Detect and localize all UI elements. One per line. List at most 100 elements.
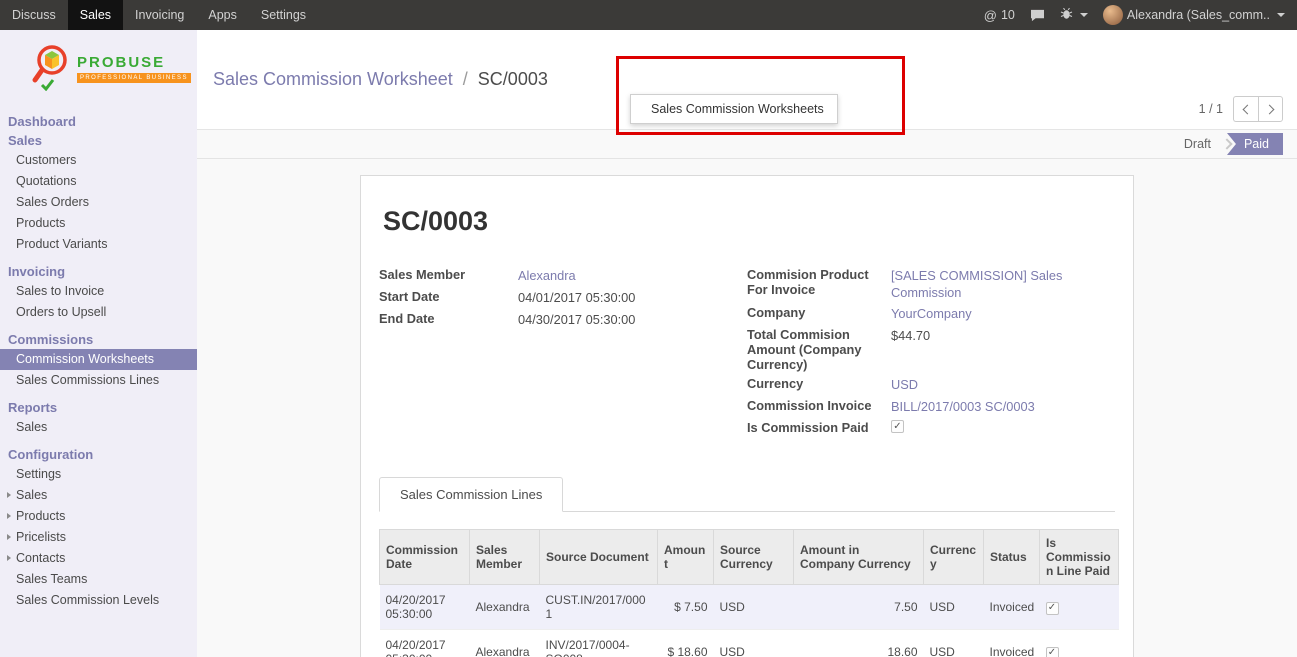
debug-menu[interactable] bbox=[1060, 7, 1088, 23]
field-start-date: Start Date 04/01/2017 05:30:00 bbox=[379, 289, 747, 307]
sidebar-item-orders-to-upsell[interactable]: Orders to Upsell bbox=[0, 302, 197, 323]
commission-product-link[interactable]: [SALES COMMISSION] Sales Commission bbox=[891, 267, 1115, 301]
logo-tagline: PROFESSIONAL BUSINESS bbox=[77, 73, 191, 83]
at-mention-icon: @ bbox=[984, 8, 997, 23]
start-date-value: 04/01/2017 05:30:00 bbox=[518, 289, 635, 306]
sidebar-item-quotations[interactable]: Quotations bbox=[0, 171, 197, 192]
menu-settings[interactable]: Settings bbox=[249, 0, 318, 30]
cell-source-document: INV/2017/0004-SO008 bbox=[540, 630, 658, 657]
sidebar-section-reports[interactable]: Reports bbox=[0, 398, 197, 417]
cell-line-paid bbox=[1040, 630, 1119, 657]
field-is-commission-paid: Is Commission Paid bbox=[747, 420, 1115, 438]
sidebar-item-sales-orders[interactable]: Sales Orders bbox=[0, 192, 197, 213]
sidebar-item-contacts[interactable]: Contacts bbox=[0, 548, 197, 569]
pager-next-button[interactable] bbox=[1258, 96, 1283, 122]
breadcrumb: Sales Commission Worksheet / SC/0003 bbox=[213, 69, 548, 90]
menu-discuss[interactable]: Discuss bbox=[0, 0, 68, 30]
cell-commission-date: 04/20/2017 05:30:00 bbox=[380, 630, 470, 657]
stage-paid[interactable]: Paid bbox=[1227, 133, 1283, 155]
sidebar-item-settings[interactable]: Settings bbox=[0, 464, 197, 485]
sidebar-section-invoicing[interactable]: Invoicing bbox=[0, 262, 197, 281]
tab-sales-commission-lines[interactable]: Sales Commission Lines bbox=[379, 477, 563, 512]
notebook: Sales Commission Lines Commission Date S… bbox=[379, 476, 1115, 657]
sidebar-section-dashboard[interactable]: Dashboard bbox=[0, 112, 197, 131]
sidebar-item-commission-worksheets[interactable]: Commission Worksheets bbox=[0, 349, 197, 370]
menu-apps[interactable]: Apps bbox=[196, 0, 249, 30]
dropdown-item-sales-commission-worksheets[interactable]: Sales Commission Worksheets bbox=[631, 95, 837, 123]
cell-status: Invoiced bbox=[984, 585, 1040, 630]
table-row[interactable]: 04/20/2017 05:30:00 Alexandra INV/2017/0… bbox=[380, 630, 1119, 657]
commission-lines-table: Commission Date Sales Member Source Docu… bbox=[379, 529, 1119, 657]
sidebar-item-sales-teams[interactable]: Sales Teams bbox=[0, 569, 197, 590]
mention-count: 10 bbox=[1001, 8, 1015, 22]
breadcrumb-parent[interactable]: Sales Commission Worksheet bbox=[213, 69, 453, 89]
messages-icon[interactable] bbox=[1030, 9, 1045, 22]
col-sales-member[interactable]: Sales Member bbox=[470, 530, 540, 585]
cell-sales-member: Alexandra bbox=[470, 630, 540, 657]
topbar-systray: @ 10 Alexandra (Sales_comm.. bbox=[984, 0, 1297, 30]
commission-invoice-link[interactable]: BILL/2017/0003 SC/0003 bbox=[891, 398, 1035, 415]
pager: 1 / 1 bbox=[1199, 96, 1283, 122]
col-amount-company-currency[interactable]: Amount in Company Currency bbox=[794, 530, 924, 585]
user-menu[interactable]: Alexandra (Sales_comm.. bbox=[1103, 5, 1285, 25]
user-name: Alexandra (Sales_comm.. bbox=[1127, 8, 1270, 22]
breadcrumb-current: SC/0003 bbox=[478, 69, 548, 89]
cell-status: Invoiced bbox=[984, 630, 1040, 657]
field-company: Company YourCompany bbox=[747, 305, 1115, 323]
menu-invoicing[interactable]: Invoicing bbox=[123, 0, 196, 30]
col-source-currency[interactable]: Source Currency bbox=[714, 530, 794, 585]
company-link[interactable]: YourCompany bbox=[891, 305, 972, 322]
currency-link[interactable]: USD bbox=[891, 376, 918, 393]
stage-draft[interactable]: Draft bbox=[1184, 137, 1211, 151]
cell-amount: $ 7.50 bbox=[658, 585, 714, 630]
col-commission-date[interactable]: Commission Date bbox=[380, 530, 470, 585]
cell-source-document: CUST.IN/2017/0001 bbox=[540, 585, 658, 630]
col-is-commission-line-paid[interactable]: Is Commission Line Paid bbox=[1040, 530, 1119, 585]
col-source-document[interactable]: Source Document bbox=[540, 530, 658, 585]
sidebar-item-reports-sales[interactable]: Sales bbox=[0, 417, 197, 438]
sidebar-section-commissions[interactable]: Commissions bbox=[0, 330, 197, 349]
sidebar-item-product-variants[interactable]: Product Variants bbox=[0, 234, 197, 255]
mentions-counter[interactable]: @ 10 bbox=[984, 8, 1015, 23]
form-sheet: SC/0003 Sales Member Alexandra Start Dat… bbox=[360, 175, 1134, 657]
cell-amount-company: 18.60 bbox=[794, 630, 924, 657]
topbar-menu: Discuss Sales Invoicing Apps Settings bbox=[0, 0, 318, 30]
field-currency: Currency USD bbox=[747, 376, 1115, 394]
field-grid: Sales Member Alexandra Start Date 04/01/… bbox=[379, 267, 1115, 442]
table-row[interactable]: 04/20/2017 05:30:00 Alexandra CUST.IN/20… bbox=[380, 585, 1119, 630]
sales-member-link[interactable]: Alexandra bbox=[518, 267, 576, 284]
field-end-date: End Date 04/30/2017 05:30:00 bbox=[379, 311, 747, 329]
main-content: Sales Commission Worksheet / SC/0003 Pri… bbox=[197, 30, 1297, 657]
cell-source-currency: USD bbox=[714, 585, 794, 630]
logo-brand: PROBUSE bbox=[77, 54, 191, 71]
sidebar-item-products[interactable]: Products bbox=[0, 213, 197, 234]
record-title: SC/0003 bbox=[383, 206, 1115, 237]
col-currency[interactable]: Currency bbox=[924, 530, 984, 585]
probuse-logo[interactable]: PROBUSE PROFESSIONAL BUSINESS bbox=[0, 30, 197, 104]
line-paid-checkbox bbox=[1046, 602, 1059, 615]
sidebar-item-pricelists[interactable]: Pricelists bbox=[0, 527, 197, 548]
sidebar-section-sales[interactable]: Sales bbox=[0, 131, 197, 150]
col-status[interactable]: Status bbox=[984, 530, 1040, 585]
cell-amount-company: 7.50 bbox=[794, 585, 924, 630]
chevron-down-icon bbox=[1277, 13, 1285, 17]
sidebar-item-config-products[interactable]: Products bbox=[0, 506, 197, 527]
cell-sales-member: Alexandra bbox=[470, 585, 540, 630]
chevron-right-icon bbox=[1264, 104, 1274, 114]
chevron-left-icon bbox=[1243, 104, 1253, 114]
sidebar-item-sales-commissions-lines[interactable]: Sales Commissions Lines bbox=[0, 370, 197, 391]
sidebar-item-sales-to-invoice[interactable]: Sales to Invoice bbox=[0, 281, 197, 302]
line-paid-checkbox bbox=[1046, 647, 1059, 657]
tab-bar: Sales Commission Lines bbox=[379, 476, 1115, 512]
pager-value: 1 / 1 bbox=[1199, 102, 1223, 116]
menu-sales[interactable]: Sales bbox=[68, 0, 123, 30]
sidebar-item-sales-commission-levels[interactable]: Sales Commission Levels bbox=[0, 590, 197, 611]
magnifier-logo-icon bbox=[32, 43, 72, 94]
sidebar-section-configuration[interactable]: Configuration bbox=[0, 445, 197, 464]
sidebar-item-customers[interactable]: Customers bbox=[0, 150, 197, 171]
col-amount[interactable]: Amount bbox=[658, 530, 714, 585]
topbar: Discuss Sales Invoicing Apps Settings @ … bbox=[0, 0, 1297, 30]
sidebar-menu: Dashboard Sales Customers Quotations Sal… bbox=[0, 104, 197, 611]
sidebar-item-config-sales[interactable]: Sales bbox=[0, 485, 197, 506]
pager-previous-button[interactable] bbox=[1233, 96, 1258, 122]
